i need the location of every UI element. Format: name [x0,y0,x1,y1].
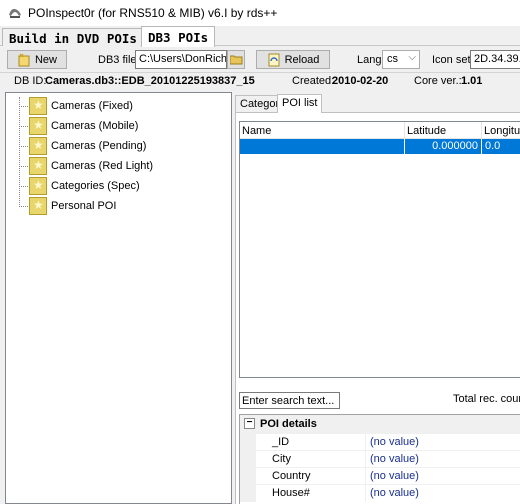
star-folder-icon [29,137,47,155]
star-folder-icon [29,97,47,115]
search-input[interactable] [239,392,340,409]
poi-details-title: POI details [260,418,317,430]
db3-file-label: DB3 file: [98,54,140,66]
created-label: Created: [292,75,335,87]
icon-set-label: Icon set: [432,54,474,66]
star-folder-icon [29,157,47,175]
new-file-icon [18,53,30,66]
property-gutter [240,451,256,468]
created-value: 2010-02-20 [332,75,389,87]
poi-details-header[interactable]: − POI details [240,415,520,433]
db-id-value: Cameras.db3::EDB_20101225193837_15 [45,75,255,87]
main-tab-strip: Build in DVD POIs DB3 POIs [0,26,520,47]
tree-branch-line [19,166,28,167]
toolbar: New DB3 file: C:\Users\DonRichard Reload… [0,47,520,71]
tree-branch-line [19,206,28,207]
lang-label: Lang: [357,54,385,66]
db3-file-field[interactable]: C:\Users\DonRichard [135,50,227,69]
chevron-down-icon: ⌵ [408,52,416,63]
table-row[interactable]: 0.000000 0.0 [240,139,520,154]
property-row-city[interactable]: City (no value) [240,450,520,468]
star-folder-icon [29,197,47,215]
poi-list-panel: Name Latitude Longitude 0.000000 0.0 Tot… [235,112,520,504]
tab-db3-pois[interactable]: DB3 POIs [141,26,216,47]
window-title: POInspect0r (for RNS510 & MIB) v6.I by r… [28,6,278,20]
category-tree[interactable]: Cameras (Fixed) Cameras (Mobile) Cameras… [5,92,232,504]
lang-select[interactable]: cs ⌵ [382,50,420,69]
core-ver-value: 1.01 [461,75,483,87]
tree-item-label: Personal POI [51,200,117,212]
column-header-longitude[interactable]: Longitude [482,122,520,139]
property-value[interactable]: (no value) [368,468,419,485]
cell-latitude: 0.000000 [405,139,482,154]
property-row-house-number[interactable]: House# (no value) [240,484,520,502]
property-gutter [240,485,256,502]
new-button[interactable]: New [7,50,67,69]
reload-button[interactable]: Reload [256,50,330,69]
tree-item-label: Categories (Spec) [51,180,140,192]
tab-poi-list[interactable]: POI list [277,94,323,113]
property-name: Country [256,468,366,485]
tree-branch-line [19,126,28,127]
new-button-label: New [34,53,57,66]
tab-build-in-dvd-pois[interactable]: Build in DVD POIs [2,28,144,46]
star-folder-icon [29,177,47,195]
poi-details-grid[interactable]: − POI details _ID (no value) City (no va… [239,414,520,504]
right-tab-strip: Category POI list [235,94,520,113]
total-record-count-label: Total rec. count: [453,393,520,405]
column-header-latitude[interactable]: Latitude [405,122,482,139]
tree-item-label: Cameras (Fixed) [51,100,133,112]
cell-longitude: 0.0 [482,139,520,154]
property-value[interactable]: (no value) [368,434,419,451]
core-ver-label: Core ver.: [414,75,462,87]
property-row-country[interactable]: Country (no value) [240,467,520,485]
property-name: _ID [256,434,366,451]
browse-folder-button[interactable] [227,50,245,69]
reload-icon [268,53,280,66]
lang-value: cs [387,53,398,65]
property-gutter [240,468,256,485]
tree-item-label: Cameras (Pending) [51,140,147,152]
reload-button-label: Reload [284,53,320,66]
title-bar: POInspect0r (for RNS510 & MIB) v6.I by r… [0,0,520,26]
collapse-icon[interactable]: − [244,418,255,429]
property-gutter [240,434,256,451]
poi-list-view[interactable]: Name Latitude Longitude 0.000000 0.0 [239,121,520,378]
tree-branch-line [19,186,28,187]
column-header-name[interactable]: Name [240,122,405,139]
open-folder-icon [229,55,242,65]
property-value[interactable]: (no value) [368,451,419,468]
tree-branch-line [19,146,28,147]
db-id-label: DB ID: [14,75,47,87]
cell-name [240,139,405,154]
property-name: House# [256,485,366,502]
tree-branch-line [19,106,28,107]
star-folder-icon [29,117,47,135]
tree-guide-line [19,97,20,207]
property-name: City [256,451,366,468]
icon-set-field[interactable]: 2D.34.39.PN [470,50,520,69]
tree-item-label: Cameras (Red Light) [51,160,154,172]
property-value[interactable]: (no value) [368,485,419,502]
app-icon [9,8,21,18]
db-info-bar: DB ID: Cameras.db3::EDB_20101225193837_1… [0,72,520,89]
tree-item-label: Cameras (Mobile) [51,120,139,132]
poi-list-header: Name Latitude Longitude [240,122,520,139]
property-row-id[interactable]: _ID (no value) [240,433,520,451]
